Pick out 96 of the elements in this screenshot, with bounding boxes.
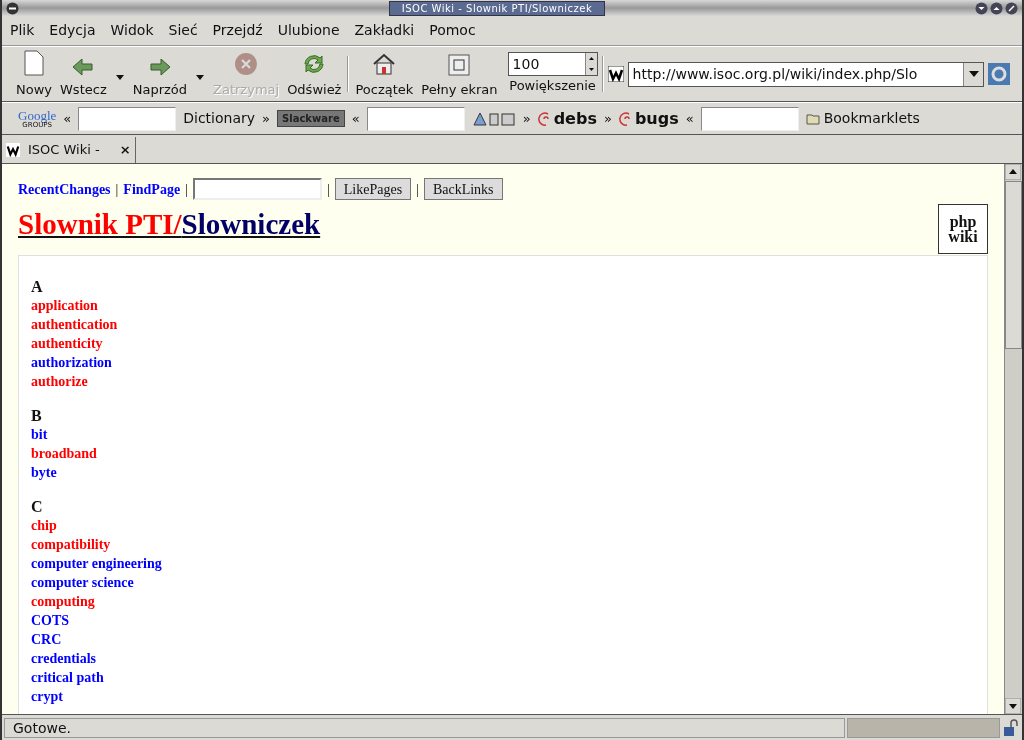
fullscreen-icon <box>448 53 471 76</box>
stop-icon <box>234 51 259 76</box>
go-icon[interactable] <box>988 63 1010 85</box>
bookmark-badge[interactable]: Slackware <box>277 110 345 127</box>
tab-title: ISOC Wiki - <box>28 141 100 160</box>
right-arrow-icon <box>148 57 171 76</box>
section-letter: B <box>31 407 43 425</box>
site-icon <box>6 143 20 157</box>
chevron-separator: » <box>522 109 531 128</box>
pipe-separator: | <box>326 180 330 199</box>
term-link[interactable]: authenticity <box>31 336 103 351</box>
bookmark-link[interactable]: Dictionary <box>183 108 256 129</box>
menu-item[interactable]: Widok <box>110 20 154 41</box>
menu-item[interactable]: Edycja <box>49 20 96 41</box>
term-link[interactable]: application <box>31 298 98 313</box>
section-letter: C <box>31 498 44 516</box>
toolbar-button[interactable]: Pełny ekran <box>419 49 500 99</box>
dropdown-caret-icon[interactable] <box>968 71 979 77</box>
bookmark-link[interactable]: bugs <box>618 106 679 131</box>
term-link[interactable]: COTS <box>31 613 70 628</box>
chevron-separator: » <box>603 109 612 128</box>
folder-icon <box>805 112 820 125</box>
bookmark-folder[interactable]: Bookmarklets <box>805 108 920 129</box>
chevron-separator: « <box>685 109 694 128</box>
tab-close-button[interactable]: × <box>119 140 131 160</box>
down-arrow-icon[interactable] <box>1005 698 1021 714</box>
term-link[interactable]: compatibility <box>31 537 111 552</box>
pipe-separator: | <box>115 180 119 199</box>
status-text: Gotowe. <box>4 717 845 738</box>
term-link[interactable]: credentials <box>31 651 97 666</box>
toolbar-button[interactable]: Nowy <box>14 49 54 99</box>
term-link[interactable]: computer science <box>31 575 134 590</box>
toolbar-button[interactable]: Wstecz <box>58 49 109 99</box>
term-link[interactable]: crypt <box>31 689 63 704</box>
swirl-icon <box>537 110 552 127</box>
url-combo[interactable]: http://www.isoc.org.pl/wiki/index.php/Slo <box>627 61 984 87</box>
term-link[interactable]: byte <box>31 465 57 480</box>
chevron-separator: « <box>63 109 72 128</box>
pipe-separator: | <box>185 180 188 199</box>
search-field[interactable] <box>78 106 177 131</box>
term-link[interactable]: computer engineering <box>31 556 162 571</box>
window-menu-icon[interactable] <box>6 1 19 15</box>
site-icon <box>607 66 624 82</box>
bookmark-label: bugs <box>634 107 679 130</box>
pipe-separator: | <box>416 180 419 199</box>
browser-tab[interactable]: ISOC Wiki - × <box>2 137 136 163</box>
close-icon[interactable] <box>1005 1 1018 15</box>
zoom-spinner[interactable]: 100 <box>507 52 598 77</box>
folder-label: Bookmarklets <box>823 109 920 128</box>
parent-page-link[interactable]: Slownik PTI/ <box>18 208 182 240</box>
search-field[interactable] <box>700 106 799 131</box>
menu-item[interactable]: Plik <box>10 20 35 41</box>
menu-item[interactable]: Sieć <box>168 20 198 41</box>
maximize-icon[interactable] <box>990 1 1003 15</box>
bookmark-link[interactable]: debs <box>537 106 597 131</box>
document-icon <box>23 49 45 76</box>
term-link[interactable]: critical path <box>31 670 104 685</box>
search-field[interactable] <box>192 178 322 200</box>
nav-link[interactable]: RecentChanges <box>18 178 111 200</box>
term-link[interactable]: computing <box>31 594 95 609</box>
toolbar-button[interactable]: Naprzód <box>130 49 190 99</box>
term-link[interactable]: authentication <box>31 317 118 332</box>
house-icon <box>372 51 397 76</box>
zoom-value: 100 <box>511 55 541 75</box>
phpwiki-logo[interactable]: php wiki <box>938 204 988 254</box>
search-field[interactable] <box>366 106 465 131</box>
term-link[interactable]: authorization <box>31 355 112 370</box>
scrollbar[interactable] <box>1004 164 1022 714</box>
term-link[interactable]: broadband <box>31 446 97 461</box>
minimize-icon[interactable] <box>975 1 988 15</box>
page-button[interactable]: LikePages <box>334 178 412 200</box>
padlock-icon <box>1002 718 1020 737</box>
term-link[interactable]: CRC <box>31 632 62 647</box>
term-link[interactable]: bit <box>31 427 48 442</box>
url-text: http://www.isoc.org.pl/wiki/index.php/Slo <box>631 64 919 84</box>
toolbar-button[interactable]: Odśwież <box>285 49 344 99</box>
chevron-separator: » <box>262 109 271 128</box>
left-arrow-icon <box>72 57 95 76</box>
window-title: ISOC Wiki - Slownik PTI/Slowniczek <box>388 0 606 16</box>
menu-item[interactable]: Przejdź <box>212 20 263 41</box>
swirl-icon <box>618 110 633 127</box>
menu-item[interactable]: Pomoc <box>429 20 476 41</box>
term-link[interactable]: authorize <box>31 374 88 389</box>
menu-item[interactable]: Zakładki <box>354 20 415 41</box>
section-letter: A <box>31 278 44 296</box>
bookmark-glyph-icon[interactable] <box>471 110 516 127</box>
page-title-link[interactable]: Slowniczek <box>181 208 321 240</box>
menu-item[interactable]: Ulubione <box>277 20 340 41</box>
term-link[interactable]: chip <box>31 518 57 533</box>
page-button[interactable]: BackLinks <box>423 178 503 200</box>
toolbar-button[interactable]: Początek <box>353 49 416 99</box>
up-arrow-icon[interactable] <box>1005 164 1021 180</box>
bookmark-label: debs <box>553 107 597 130</box>
chevron-separator: « <box>351 109 360 128</box>
nav-link[interactable]: FindPage <box>123 178 181 200</box>
zoom-label: Powiększenie <box>509 77 596 96</box>
